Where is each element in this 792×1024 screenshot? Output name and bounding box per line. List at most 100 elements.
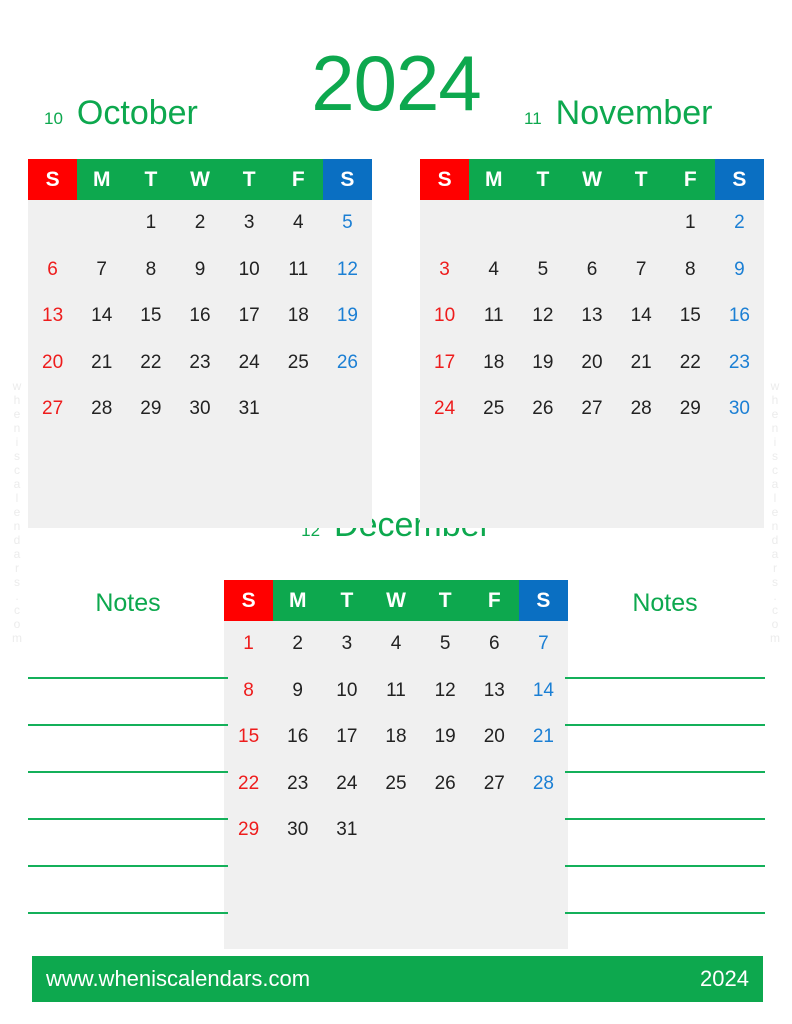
day-cell[interactable]: 10 <box>322 668 371 715</box>
day-cell[interactable]: 30 <box>273 807 322 854</box>
notes-line[interactable] <box>565 867 765 914</box>
day-cell[interactable]: 12 <box>421 668 470 715</box>
day-cell[interactable]: 21 <box>617 340 666 387</box>
day-cell[interactable]: 16 <box>715 293 764 340</box>
day-cell[interactable]: 27 <box>470 761 519 808</box>
day-cell[interactable]: 19 <box>421 714 470 761</box>
day-cell[interactable]: 22 <box>666 340 715 387</box>
day-cell[interactable]: 9 <box>175 247 224 294</box>
day-cell[interactable]: 29 <box>666 386 715 433</box>
day-cell[interactable]: 8 <box>224 668 273 715</box>
notes-line[interactable] <box>565 726 765 773</box>
day-cell[interactable]: 27 <box>28 386 77 433</box>
day-cell[interactable]: 24 <box>322 761 371 808</box>
notes-line[interactable] <box>28 632 228 679</box>
day-cell[interactable]: 1 <box>666 200 715 247</box>
day-cell[interactable]: 18 <box>371 714 420 761</box>
day-cell[interactable]: 22 <box>126 340 175 387</box>
day-cell[interactable]: 18 <box>469 340 518 387</box>
day-cell[interactable]: 19 <box>518 340 567 387</box>
day-cell[interactable]: 11 <box>274 247 323 294</box>
day-cell[interactable]: 29 <box>224 807 273 854</box>
day-cell[interactable]: 5 <box>421 621 470 668</box>
day-cell[interactable]: 11 <box>371 668 420 715</box>
day-cell[interactable]: 21 <box>77 340 126 387</box>
day-cell[interactable]: 30 <box>715 386 764 433</box>
day-cell[interactable]: 17 <box>322 714 371 761</box>
day-cell[interactable]: 20 <box>28 340 77 387</box>
day-cell[interactable]: 7 <box>519 621 568 668</box>
day-cell[interactable]: 7 <box>617 247 666 294</box>
notes-line[interactable] <box>28 679 228 726</box>
day-cell[interactable]: 25 <box>274 340 323 387</box>
day-cell[interactable]: 3 <box>420 247 469 294</box>
day-cell[interactable]: 2 <box>273 621 322 668</box>
day-cell[interactable]: 28 <box>519 761 568 808</box>
day-cell[interactable]: 23 <box>715 340 764 387</box>
day-cell[interactable]: 30 <box>175 386 224 433</box>
day-cell[interactable]: 5 <box>323 200 372 247</box>
day-cell[interactable]: 11 <box>469 293 518 340</box>
day-cell[interactable]: 20 <box>470 714 519 761</box>
day-cell[interactable]: 10 <box>225 247 274 294</box>
notes-line[interactable] <box>28 820 228 867</box>
day-cell[interactable]: 12 <box>518 293 567 340</box>
day-cell[interactable]: 2 <box>715 200 764 247</box>
day-cell[interactable]: 1 <box>224 621 273 668</box>
day-cell[interactable]: 4 <box>469 247 518 294</box>
day-cell[interactable]: 22 <box>224 761 273 808</box>
day-cell[interactable]: 17 <box>420 340 469 387</box>
day-cell[interactable]: 20 <box>567 340 616 387</box>
day-cell[interactable]: 9 <box>715 247 764 294</box>
day-cell[interactable]: 15 <box>224 714 273 761</box>
day-cell[interactable]: 17 <box>225 293 274 340</box>
footer-website-link[interactable]: www.wheniscalendars.com <box>46 966 310 992</box>
day-cell[interactable]: 2 <box>175 200 224 247</box>
day-cell[interactable]: 31 <box>322 807 371 854</box>
notes-line[interactable] <box>28 726 228 773</box>
day-cell[interactable]: 23 <box>273 761 322 808</box>
day-cell[interactable]: 13 <box>567 293 616 340</box>
notes-line[interactable] <box>565 632 765 679</box>
day-cell[interactable]: 28 <box>77 386 126 433</box>
day-cell[interactable]: 7 <box>77 247 126 294</box>
day-cell[interactable]: 5 <box>518 247 567 294</box>
day-cell[interactable]: 4 <box>371 621 420 668</box>
day-cell[interactable]: 10 <box>420 293 469 340</box>
day-cell[interactable]: 24 <box>420 386 469 433</box>
day-cell[interactable]: 25 <box>371 761 420 808</box>
day-cell[interactable]: 14 <box>519 668 568 715</box>
day-cell[interactable]: 26 <box>518 386 567 433</box>
notes-line[interactable] <box>565 820 765 867</box>
day-cell[interactable]: 9 <box>273 668 322 715</box>
day-cell[interactable]: 14 <box>77 293 126 340</box>
day-cell[interactable]: 21 <box>519 714 568 761</box>
day-cell[interactable]: 3 <box>225 200 274 247</box>
day-cell[interactable]: 18 <box>274 293 323 340</box>
day-cell[interactable]: 16 <box>273 714 322 761</box>
day-cell[interactable]: 6 <box>567 247 616 294</box>
day-cell[interactable]: 27 <box>567 386 616 433</box>
day-cell[interactable]: 1 <box>126 200 175 247</box>
notes-line[interactable] <box>28 867 228 914</box>
day-cell[interactable]: 6 <box>28 247 77 294</box>
day-cell[interactable]: 6 <box>470 621 519 668</box>
day-cell[interactable]: 13 <box>470 668 519 715</box>
day-cell[interactable]: 15 <box>666 293 715 340</box>
notes-line[interactable] <box>565 773 765 820</box>
day-cell[interactable]: 16 <box>175 293 224 340</box>
day-cell[interactable]: 26 <box>323 340 372 387</box>
day-cell[interactable]: 26 <box>421 761 470 808</box>
day-cell[interactable]: 25 <box>469 386 518 433</box>
day-cell[interactable]: 23 <box>175 340 224 387</box>
day-cell[interactable]: 19 <box>323 293 372 340</box>
day-cell[interactable]: 4 <box>274 200 323 247</box>
day-cell[interactable]: 8 <box>666 247 715 294</box>
day-cell[interactable]: 12 <box>323 247 372 294</box>
day-cell[interactable]: 15 <box>126 293 175 340</box>
day-cell[interactable]: 28 <box>617 386 666 433</box>
day-cell[interactable]: 8 <box>126 247 175 294</box>
day-cell[interactable]: 24 <box>225 340 274 387</box>
notes-line[interactable] <box>565 679 765 726</box>
day-cell[interactable]: 14 <box>617 293 666 340</box>
